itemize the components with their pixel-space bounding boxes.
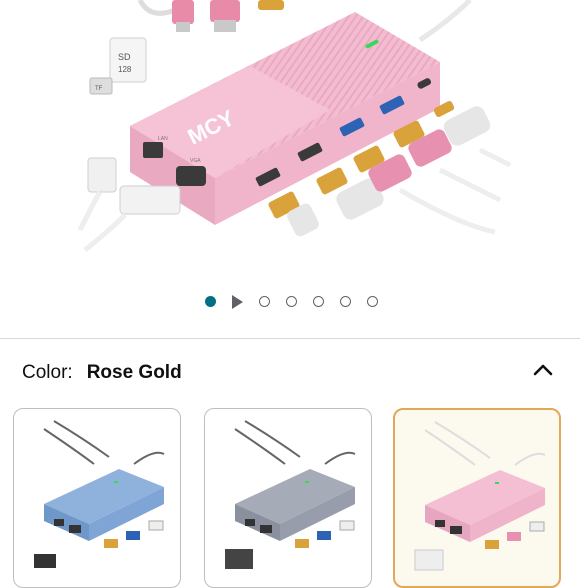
selected-color-value: Rose Gold <box>86 362 182 383</box>
carousel-dot-3[interactable] <box>259 296 270 307</box>
section-divider <box>0 338 580 339</box>
hdmi-plug-top <box>172 0 284 32</box>
tf-card: TF <box>89 77 113 95</box>
color-swatch-grey[interactable] <box>204 408 372 588</box>
rose-gold-hub-thumbnail <box>414 421 546 571</box>
carousel-dot-7[interactable] <box>367 296 378 307</box>
carousel-dot-6[interactable] <box>340 296 351 307</box>
svg-text:128: 128 <box>118 65 132 74</box>
color-swatch-blue[interactable] <box>13 408 181 588</box>
lan-port-label: LAN <box>158 136 168 142</box>
carousel-dot-4[interactable] <box>286 296 297 307</box>
carousel-dot-5[interactable] <box>313 296 324 307</box>
sd-card: SD 128 <box>109 37 147 83</box>
color-label: Color: <box>22 362 73 383</box>
ethernet-plug <box>77 157 117 232</box>
vga-port-label: VGA <box>190 158 201 164</box>
chevron-up-icon[interactable] <box>528 355 558 385</box>
video-play-icon[interactable] <box>232 295 243 309</box>
svg-text:TF: TF <box>95 86 103 92</box>
blue-hub-thumbnail <box>34 420 165 568</box>
grey-hub-thumbnail <box>225 420 356 569</box>
color-swatch-rose-gold[interactable] <box>393 408 561 588</box>
svg-text:SD: SD <box>118 52 131 62</box>
image-carousel-pager <box>0 294 580 312</box>
product-image[interactable]: MCY LAN VGA SD 128 TF <box>0 0 580 280</box>
usb-c-hub-illustration: MCY LAN VGA SD 128 TF <box>77 0 512 252</box>
color-selector-header: Color: Rose Gold <box>22 358 182 388</box>
carousel-dot-1[interactable] <box>205 296 216 307</box>
